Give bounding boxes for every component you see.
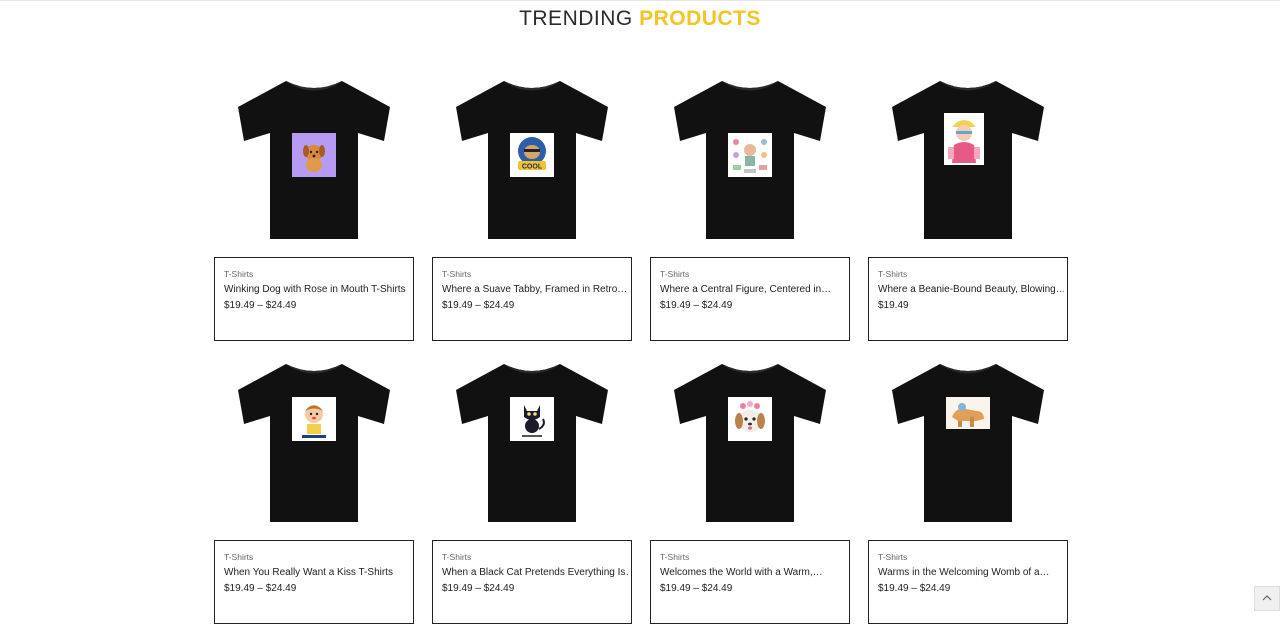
kiss-character-icon	[292, 397, 336, 441]
tshirt-icon	[456, 364, 608, 522]
product-price: $19.49 – $24.49	[224, 300, 297, 311]
product-image[interactable]	[868, 81, 1068, 257]
product-image[interactable]	[868, 364, 1068, 540]
product-image[interactable]	[650, 81, 850, 257]
product-info: T-Shirts Welcomes the World with a Warm,…	[650, 540, 850, 624]
scroll-to-top-button[interactable]	[1254, 586, 1280, 611]
product-title-link[interactable]: Where a Central Figure, Centered in…	[660, 284, 846, 295]
product-price: $19.49 – $24.49	[660, 583, 733, 594]
product-price: $19.49	[878, 300, 909, 311]
chevron-up-icon	[1262, 595, 1272, 601]
product-category-link[interactable]: T-Shirts	[878, 552, 907, 562]
product-title-link[interactable]: When You Really Want a Kiss T-Shirts	[224, 567, 410, 578]
top-divider	[0, 0, 1280, 1]
tshirt-icon	[238, 364, 390, 522]
product-category-link[interactable]: T-Shirts	[878, 269, 907, 279]
product-price: $19.49 – $24.49	[442, 300, 515, 311]
tshirt-icon	[892, 81, 1044, 239]
svg-text:COOL: COOL	[522, 164, 543, 171]
product-info: T-Shirts Where a Beanie-Bound Beauty, Bl…	[868, 257, 1068, 341]
product-category-link[interactable]: T-Shirts	[224, 552, 253, 562]
product-info: T-Shirts Where a Central Figure, Centere…	[650, 257, 850, 341]
section-title: TRENDING PRODUCTS	[0, 6, 1280, 32]
cozy-scene-icon	[946, 397, 990, 429]
product-category-link[interactable]: T-Shirts	[660, 552, 689, 562]
product-image[interactable]	[214, 81, 414, 257]
product-image[interactable]	[650, 364, 850, 540]
product-info: T-Shirts Warms in the Welcoming Womb of …	[868, 540, 1068, 624]
product-price: $19.49 – $24.49	[442, 583, 515, 594]
product-info: T-Shirts When You Really Want a Kiss T-S…	[214, 540, 414, 624]
product-price: $19.49 – $24.49	[660, 300, 733, 311]
product-title-link[interactable]: When a Black Cat Pretends Everything Is…	[442, 567, 628, 578]
product-info: T-Shirts Where a Suave Tabby, Framed in …	[432, 257, 632, 341]
black-cat-icon	[510, 397, 554, 441]
dog-icon	[292, 133, 336, 177]
product-info: T-Shirts Winking Dog with Rose in Mouth …	[214, 257, 414, 341]
product-image[interactable]	[432, 364, 632, 540]
product-price: $19.49 – $24.49	[224, 583, 297, 594]
product-price: $19.49 – $24.49	[878, 583, 951, 594]
section-title-part2: PRODUCTS	[639, 7, 761, 30]
tshirt-icon	[892, 364, 1044, 522]
product-info: T-Shirts When a Black Cat Pretends Every…	[432, 540, 632, 624]
collage-icon	[728, 133, 772, 177]
product-image[interactable]: COOL	[432, 81, 632, 257]
tshirt-icon	[674, 364, 826, 522]
product-category-link[interactable]: T-Shirts	[660, 269, 689, 279]
product-image[interactable]	[214, 364, 414, 540]
cool-cat-icon: COOL	[510, 133, 554, 177]
product-title-link[interactable]: Where a Beanie-Bound Beauty, Blowing…	[878, 284, 1064, 295]
product-category-link[interactable]: T-Shirts	[224, 269, 253, 279]
product-category-link[interactable]: T-Shirts	[442, 269, 471, 279]
section-title-part1: TRENDING	[519, 7, 633, 30]
beanie-girl-icon	[944, 113, 984, 165]
product-title-link[interactable]: Warms in the Welcoming Womb of a…	[878, 567, 1064, 578]
product-title-link[interactable]: Where a Suave Tabby, Framed in Retro…	[442, 284, 628, 295]
product-title-link[interactable]: Welcomes the World with a Warm,…	[660, 567, 846, 578]
puppy-flower-icon	[728, 397, 772, 441]
product-category-link[interactable]: T-Shirts	[442, 552, 471, 562]
product-title-link[interactable]: Winking Dog with Rose in Mouth T-Shirts	[224, 284, 410, 295]
